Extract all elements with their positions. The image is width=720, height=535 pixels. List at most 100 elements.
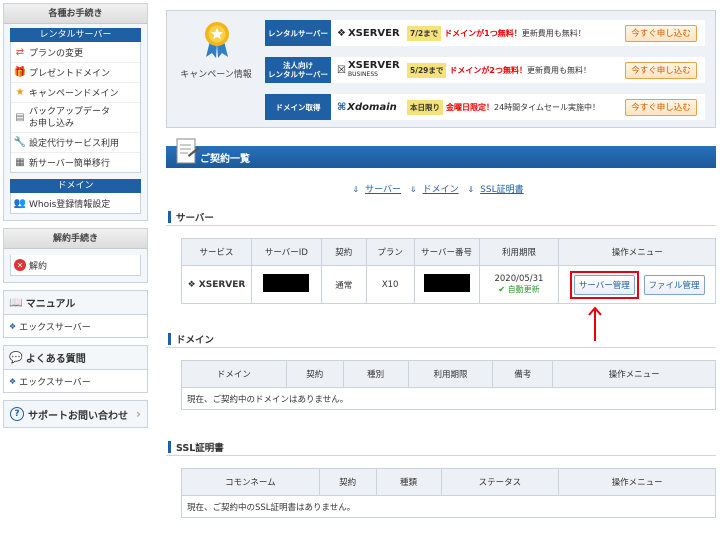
sidebar-item-plan-change[interactable]: ⇄ プランの変更 [11, 42, 140, 62]
link-domain[interactable]: ドメイン [423, 185, 459, 195]
rental-server-head: レンタルサーバー [10, 28, 141, 42]
sidebar-item-label: プランの変更 [29, 48, 84, 59]
server-table: サービス サーバーID 契約 プラン サーバー番号 利用期限 操作メニュー ❖ … [181, 238, 716, 304]
sidebar-item-label: キャンペーンドメイン [29, 89, 119, 99]
manual-item-xserver[interactable]: ❖ エックスサーバー [4, 315, 147, 337]
cancel-box: 解約手続き ✕ 解約 [3, 228, 148, 283]
chevron-right-icon: › [136, 407, 141, 421]
table-header-row: コモンネーム 契約 種類 ステータス 操作メニュー [181, 468, 716, 496]
service-cell: ❖ XSERVER [181, 265, 252, 304]
server-id-cell [250, 265, 322, 304]
domain-menu: 👥 Whois登録情報設定 [10, 193, 141, 214]
campaign-date: 7/2まで [407, 25, 442, 41]
cancel-menu: ✕ 解約 [10, 255, 141, 276]
star-icon: ★ [15, 87, 25, 98]
sidebar-item-label: プレゼントドメイン [29, 69, 111, 79]
server-migration-icon: ▦ [15, 157, 25, 168]
sidebar-item-migration[interactable]: ▦ 新サーバー簡単移行 [11, 152, 140, 172]
sidebar-item-label: 設定代行サービス利用 [29, 139, 120, 149]
procedures-title: 各種お手続き [4, 4, 147, 24]
campaign-date: 本日限り [407, 99, 443, 115]
table-header-row: ドメイン 契約 種別 利用期限 備考 操作メニュー [181, 360, 716, 388]
masked-server-number [423, 274, 470, 292]
diamond-icon: ❖ [9, 321, 17, 331]
server-section-title: サーバー [166, 208, 716, 226]
expiry-cell: 2020/05/31 ✔ 自動更新 [478, 265, 560, 304]
campaign-panel: キャンペーン情報 レンタルサーバー ❖ XSERVER 7/2まで ドメインが1つ… [166, 10, 716, 128]
apply-now-button[interactable]: 今すぐ申し込む [625, 98, 697, 116]
ssl-table: コモンネーム 契約 種類 ステータス 操作メニュー 現在、ご契約中のSSL証明書… [181, 468, 716, 518]
sidebar-item-label: Whois登録情報設定 [29, 199, 111, 210]
manual-box: 📖 マニュアル ❖ エックスサーバー [3, 290, 148, 338]
link-ssl[interactable]: SSL証明書 [480, 185, 523, 195]
auto-renew-badge: ✔ 自動更新 [498, 285, 540, 294]
contract-list-title: ご契約一覧 [200, 153, 250, 165]
contract-document-icon [176, 138, 199, 164]
faq-box: 💬 よくある質問 ❖ エックスサーバー [3, 345, 148, 393]
server-section: サーバー サービス サーバーID 契約 プラン サーバー番号 利用期限 操作メニ… [166, 208, 716, 304]
domain-section: ドメイン ドメイン 契約 種別 利用期限 備考 操作メニュー 現在、ご契約中のド… [166, 330, 716, 410]
apply-now-button[interactable]: 今すぐ申し込む [625, 61, 697, 79]
chevron-down-icon: ⇓ [352, 185, 360, 194]
main-content: キャンペーン情報 レンタルサーバー ❖ XSERVER 7/2まで ドメインが1つ… [166, 10, 716, 518]
contract-list-header: ご契約一覧 [166, 138, 716, 168]
sidebar-item-present-domain[interactable]: 🎁 プレゼントドメイン [11, 62, 140, 82]
file-manage-button[interactable]: ファイル管理 [643, 274, 705, 295]
sidebar-item-backup[interactable]: ▤ バックアップデータ お申し込み [11, 102, 140, 132]
whois-icon: 👥 [13, 197, 27, 209]
domain-head: ドメイン [10, 179, 141, 193]
campaign-row: 法人向け レンタルサーバー ☒ XSERVER BUSINESS 5/29まで ドメ… [265, 57, 705, 83]
medal-icon [205, 22, 229, 58]
server-manage-button[interactable]: サーバー管理 [573, 274, 635, 295]
link-server[interactable]: サーバー [365, 185, 401, 195]
campaign-tag: レンタルサーバー [265, 20, 331, 46]
xserver-business-logo: ☒ XSERVER BUSINESS [337, 60, 400, 79]
cancel-icon: ✕ [14, 259, 26, 271]
faq-item-xserver[interactable]: ❖ エックスサーバー [4, 370, 147, 392]
campaign-row: レンタルサーバー ❖ XSERVER 7/2まで ドメインが1つ無料！更新費用も無… [265, 20, 705, 46]
book-icon: 📖 [9, 296, 23, 309]
campaign-tag: ドメイン取得 [265, 94, 331, 120]
domain-section-title: ドメイン [166, 330, 716, 348]
xserver-logo: ❖ XSERVER [337, 27, 400, 39]
ssl-empty-message: 現在、ご契約中のSSL証明書はありません。 [181, 495, 716, 518]
speech-bubble-icon: 💬 [9, 351, 23, 364]
chevron-down-icon: ⇓ [409, 185, 417, 194]
gift-icon: 🎁 [13, 67, 27, 78]
contract-cell: 通常 [320, 265, 367, 304]
apply-now-button[interactable]: 今すぐ申し込む [625, 24, 697, 42]
sidebar-item-setup-service[interactable]: 🔧 設定代行サービス利用 [11, 132, 140, 152]
campaign-date: 5/29まで [407, 62, 447, 78]
sidebar-item-cancel[interactable]: ✕ 解約 [11, 255, 140, 275]
campaign-text: 金曜日限定！24時間タイムセール実施中！ [446, 102, 601, 112]
action-cell: サーバー管理 ファイル管理 [558, 265, 716, 304]
sidebar-item-campaign-domain[interactable]: ★ キャンペーンドメイン [11, 82, 140, 102]
masked-server-id [263, 274, 310, 292]
server-number-cell [413, 265, 480, 304]
table-header-row: サービス サーバーID 契約 プラン サーバー番号 利用期限 操作メニュー [181, 238, 716, 266]
chevron-down-icon: ⇓ [467, 185, 475, 194]
campaign-tag: 法人向け レンタルサーバー [265, 57, 331, 83]
campaign-label: キャンペーン情報 [180, 70, 252, 80]
table-row: 現在、ご契約中のドメインはありません。 [181, 387, 716, 410]
support-contact-link[interactable]: ? サポートお問い合わせ › [3, 400, 148, 428]
sidebar-item-whois[interactable]: 👥 Whois登録情報設定 [11, 193, 140, 213]
faq-title: 💬 よくある質問 [4, 346, 147, 370]
sidebar: 各種お手続き レンタルサーバー ⇄ プランの変更 🎁 プレゼントドメイン ★ キ… [3, 3, 148, 428]
sidebar-item-label: バックアップデータ お申し込み [29, 106, 111, 129]
red-arrow-annotation [588, 306, 602, 341]
diamond-icon: ❖ [9, 376, 17, 386]
manual-title: 📖 マニュアル [4, 291, 147, 315]
table-row: ❖ XSERVER 通常 X10 2020/05/31 ✔ 自動更新 サーバー管… [181, 265, 716, 304]
section-links: ⇓ サーバー ⇓ ドメイン ⇓ SSL証明書 [166, 182, 716, 195]
sidebar-item-label: 解約 [29, 261, 48, 272]
table-row: 現在、ご契約中のSSL証明書はありません。 [181, 495, 716, 518]
procedures-box: 各種お手続き レンタルサーバー ⇄ プランの変更 🎁 プレゼントドメイン ★ キ… [3, 3, 148, 221]
campaign-text: ドメインが1つ無料！更新費用も無料！ [444, 28, 586, 38]
campaign-text: ドメインが2つ無料！更新費用も無料！ [449, 65, 591, 75]
domain-empty-message: 現在、ご契約中のドメインはありません。 [181, 387, 716, 410]
campaign-label-area: キャンペーン情報 [167, 11, 265, 127]
highlight-box: サーバー管理 [569, 270, 639, 299]
backup-icon: ▤ [15, 111, 25, 123]
cancel-title: 解約手続き [4, 229, 147, 249]
